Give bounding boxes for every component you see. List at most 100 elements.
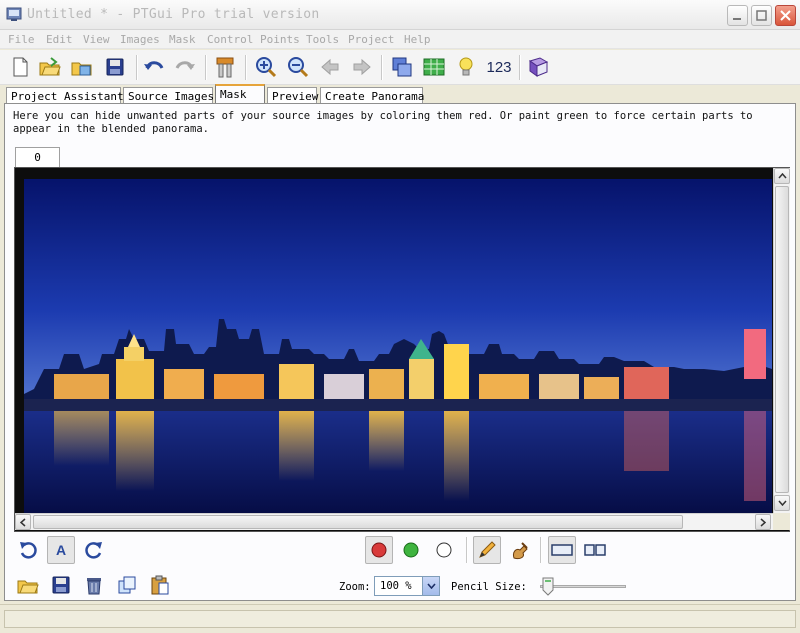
open-recent-icon <box>71 62 92 76</box>
red-circle-icon <box>371 542 387 558</box>
rotate-right-icon <box>85 542 102 559</box>
brush-fill-icon <box>513 542 528 560</box>
menu-edit[interactable]: Edit <box>46 33 73 46</box>
mask-panel: Here you can hide unwanted parts of your… <box>4 103 796 601</box>
menu-images[interactable]: Images <box>120 33 160 46</box>
tab-preview[interactable]: Preview <box>267 87 318 104</box>
zoom-in-icon <box>256 57 277 78</box>
panorama-editor-button[interactable] <box>389 54 415 80</box>
close-icon <box>780 10 791 21</box>
forward-button[interactable] <box>349 54 375 80</box>
menu-bar: File Edit View Images Mask Control Point… <box>0 30 800 49</box>
load-mask-button[interactable] <box>14 571 42 599</box>
zoom-label: Zoom: <box>339 581 371 593</box>
scroll-right-button[interactable] <box>755 514 771 530</box>
new-project-icon <box>13 57 28 77</box>
window-title: Untitled * - PTGui Pro trial version <box>27 7 320 22</box>
save-button[interactable] <box>102 54 128 80</box>
scroll-down-button[interactable] <box>774 495 790 511</box>
zoom-dropdown-button[interactable] <box>422 577 439 595</box>
tools-icon <box>216 57 234 78</box>
trash-icon <box>87 578 101 595</box>
tab-project-assistant[interactable]: Project Assistant <box>6 87 124 104</box>
fill-tool-button[interactable] <box>506 536 534 564</box>
open-folder-icon <box>17 580 39 594</box>
single-view-button[interactable] <box>548 536 576 564</box>
scroll-up-button[interactable] <box>774 168 790 184</box>
numbers-icon: 123 <box>486 58 512 76</box>
back-icon <box>321 58 339 76</box>
pencil-size-slider-thumb[interactable] <box>542 577 554 596</box>
delete-mask-button[interactable] <box>80 571 108 599</box>
horizontal-scrollbar[interactable] <box>15 513 773 530</box>
pencil-size-label: Pencil Size: <box>451 581 527 593</box>
menu-mask[interactable]: Mask <box>169 33 196 46</box>
green-circle-icon <box>403 542 419 558</box>
rotate-left-button[interactable] <box>14 536 42 564</box>
empty-circle-icon <box>436 542 452 558</box>
vertical-scrollbar[interactable] <box>773 168 790 513</box>
scroll-corner <box>773 513 790 530</box>
split-view-button[interactable] <box>581 536 609 564</box>
zoom-select[interactable]: 100 % <box>374 576 440 596</box>
tab-mask[interactable]: Mask <box>215 84 265 104</box>
menu-control-points[interactable]: Control Points <box>207 33 300 46</box>
image-tab-0[interactable]: 0 <box>15 147 60 167</box>
menu-help[interactable]: Help <box>404 33 431 46</box>
horizontal-scroll-thumb[interactable] <box>33 515 683 529</box>
undo-button[interactable] <box>141 54 167 80</box>
open-recent-button[interactable] <box>69 54 95 80</box>
redo-button[interactable] <box>172 54 198 80</box>
zoom-value: 100 % <box>380 580 412 592</box>
zoom-in-button[interactable] <box>253 54 279 80</box>
table-icon <box>423 58 445 76</box>
copy-mask-button[interactable] <box>113 571 141 599</box>
tips-button[interactable] <box>453 54 479 80</box>
numbers-button[interactable]: 123 <box>483 54 515 80</box>
zoom-out-button[interactable] <box>285 54 311 80</box>
copy-icon <box>118 576 136 594</box>
mask-image-viewer <box>14 167 790 532</box>
app-icon <box>6 7 22 21</box>
minimize-button[interactable] <box>727 5 748 26</box>
main-toolbar: 123 <box>0 50 800 85</box>
menu-tools[interactable]: Tools <box>306 33 339 46</box>
paint-red-button[interactable] <box>365 536 393 564</box>
new-project-button[interactable] <box>7 54 33 80</box>
paste-mask-button[interactable] <box>146 571 174 599</box>
mask-instructions: Here you can hide unwanted parts of your… <box>13 110 753 135</box>
auto-mask-button[interactable]: A <box>47 536 75 564</box>
help-book-button[interactable] <box>525 54 551 80</box>
status-panel <box>4 610 796 628</box>
menu-view[interactable]: View <box>83 33 110 46</box>
main-tabs: Project Assistant Source Images Mask Pre… <box>0 84 800 104</box>
tab-create-panorama[interactable]: Create Panorama <box>320 87 424 104</box>
save-icon <box>106 58 124 76</box>
paint-green-button[interactable] <box>397 536 425 564</box>
redo-icon <box>175 61 195 70</box>
undo-icon <box>144 61 164 70</box>
tools-button[interactable] <box>212 54 238 80</box>
vertical-scroll-thumb[interactable] <box>775 186 789 493</box>
open-project-icon <box>39 57 61 76</box>
back-button[interactable] <box>317 54 343 80</box>
chevron-left-icon <box>20 517 26 527</box>
pencil-tool-button[interactable] <box>473 536 501 564</box>
paint-clear-button[interactable] <box>430 536 458 564</box>
maximize-button[interactable] <box>751 5 772 26</box>
close-button[interactable] <box>775 5 796 26</box>
help-book-icon <box>528 57 549 77</box>
panorama-image[interactable] <box>24 179 772 513</box>
open-project-button[interactable] <box>37 54 63 80</box>
menu-file[interactable]: File <box>8 33 35 46</box>
lightbulb-icon <box>459 57 473 76</box>
menu-project[interactable]: Project <box>348 33 394 46</box>
panorama-editor-icon <box>392 57 412 77</box>
chevron-down-icon <box>426 583 436 589</box>
auto-mask-icon: A <box>55 542 67 558</box>
table-button[interactable] <box>421 54 447 80</box>
rotate-right-button[interactable] <box>80 536 108 564</box>
scroll-left-button[interactable] <box>15 514 31 530</box>
tab-source-images[interactable]: Source Images <box>123 87 214 104</box>
save-mask-button[interactable] <box>47 571 75 599</box>
